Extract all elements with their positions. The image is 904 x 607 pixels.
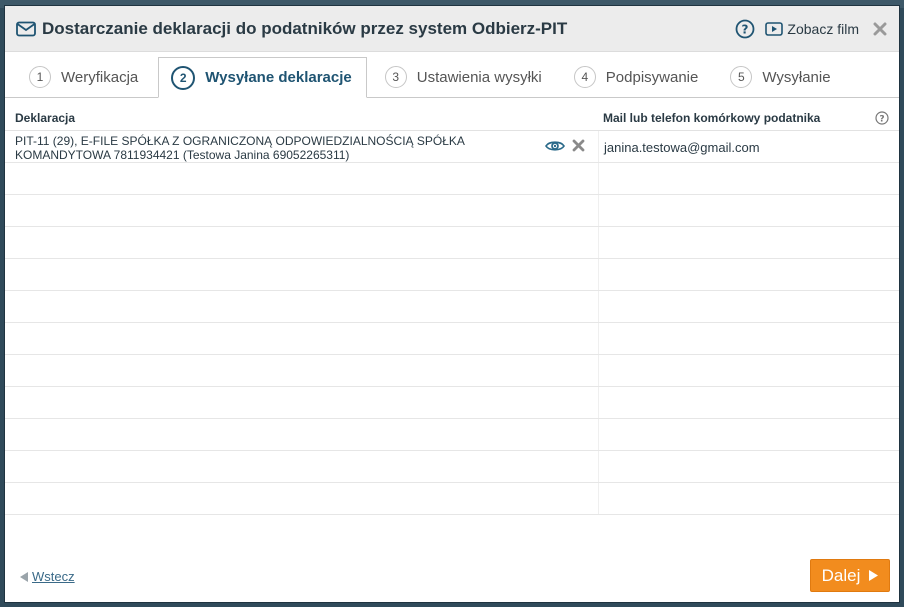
table-row — [5, 227, 899, 259]
table-row — [5, 259, 899, 291]
triangle-right-icon — [869, 570, 879, 581]
back-link[interactable]: Wstecz — [20, 569, 75, 584]
tab-label: Wysyłane deklaracje — [205, 69, 352, 86]
tab-label: Weryfikacja — [61, 68, 139, 86]
dialog-title: Dostarczanie deklaracji do podatników pr… — [42, 18, 568, 38]
declarations-table: Deklaracja Mail lub telefon komórkowy po… — [5, 100, 899, 515]
tab-number: 2 — [171, 65, 196, 90]
tab-number: 5 — [730, 66, 753, 88]
column-header-declaration: Deklaracja — [15, 111, 76, 125]
empty-rows — [5, 163, 899, 515]
watch-film-link[interactable]: Zobacz film — [787, 21, 859, 37]
close-icon[interactable] — [873, 22, 887, 36]
eye-icon[interactable] — [545, 139, 565, 153]
dialog-titlebar: Dostarczanie deklaracji do podatników pr… — [5, 6, 899, 52]
table-row — [5, 291, 899, 323]
send-declarations-dialog: Dostarczanie deklaracji do podatników pr… — [4, 5, 900, 603]
tab-verification[interactable]: 1 Weryfikacja — [17, 57, 152, 97]
table-row — [5, 419, 899, 451]
next-button[interactable]: Dalej — [810, 559, 890, 592]
table-row — [5, 451, 899, 483]
tab-number: 4 — [573, 66, 596, 88]
svg-text:?: ? — [879, 115, 884, 125]
tab-sending[interactable]: 5 Wysyłanie — [718, 57, 844, 97]
column-header-contact: Mail lub telefon komórkowy podatnika — [603, 111, 821, 125]
table-header: Deklaracja Mail lub telefon komórkowy po… — [5, 100, 899, 131]
tab-label: Ustawienia wysyłki — [416, 68, 542, 86]
tab-number: 1 — [29, 66, 51, 88]
tab-label: Wysyłanie — [762, 68, 831, 86]
table-row — [5, 195, 899, 227]
table-row — [5, 163, 899, 195]
tab-sent-declarations[interactable]: 2 Wysyłane deklaracje — [158, 57, 367, 98]
envelope-icon — [16, 21, 36, 37]
table-row[interactable]: PIT-11 (29), E-FILE SPÓŁKA Z OGRANICZONĄ… — [5, 131, 899, 163]
wizard-tabs: 1 Weryfikacja 2 Wysyłane deklaracje 3 Us… — [5, 52, 899, 98]
svg-text:?: ? — [742, 22, 749, 36]
tab-signing[interactable]: 4 Podpisywanie — [562, 57, 713, 97]
table-row — [5, 323, 899, 355]
remove-icon[interactable] — [572, 139, 585, 152]
help-icon[interactable]: ? — [875, 111, 889, 125]
contact-cell[interactable]: janina.testowa@gmail.com — [604, 140, 760, 155]
next-label: Dalej — [821, 565, 861, 585]
tab-sending-settings[interactable]: 3 Ustawienia wysyłki — [373, 57, 556, 97]
tab-number: 3 — [384, 66, 407, 88]
triangle-left-icon — [20, 571, 28, 582]
tab-label: Podpisywanie — [605, 68, 699, 86]
table-row — [5, 355, 899, 387]
back-label: Wstecz — [32, 569, 75, 584]
video-icon[interactable] — [765, 21, 784, 36]
help-icon[interactable]: ? — [735, 19, 755, 39]
declaration-cell: PIT-11 (29), E-FILE SPÓŁKA Z OGRANICZONĄ… — [15, 134, 465, 162]
table-row — [5, 387, 899, 419]
table-row — [5, 483, 899, 515]
